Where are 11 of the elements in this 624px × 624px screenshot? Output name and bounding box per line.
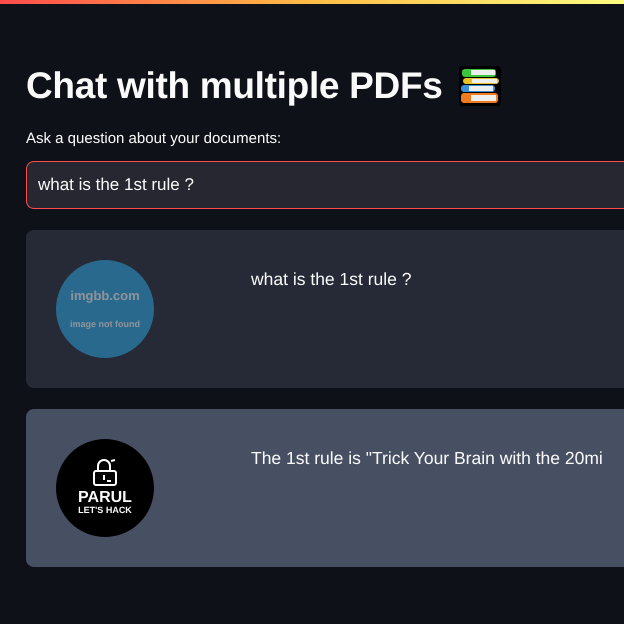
avatar-text: LET'S HACK — [78, 506, 132, 516]
padlock-icon — [92, 459, 118, 488]
books-icon — [458, 66, 501, 106]
message-text: what is the 1st rule ? — [251, 268, 412, 291]
avatar-text: imgbb.com — [70, 287, 140, 306]
field-label: Ask a question about your documents: — [26, 129, 282, 150]
avatar-text: image not found — [70, 318, 140, 331]
message-text: The 1st rule is "Trick Your Brain with the 20mi — [251, 446, 603, 470]
avatar-text: PARUL — [78, 490, 132, 506]
page-title: Chat with multiple PDFs — [26, 64, 443, 108]
question-input[interactable]: what is the 1st rule ? — [26, 160, 624, 209]
